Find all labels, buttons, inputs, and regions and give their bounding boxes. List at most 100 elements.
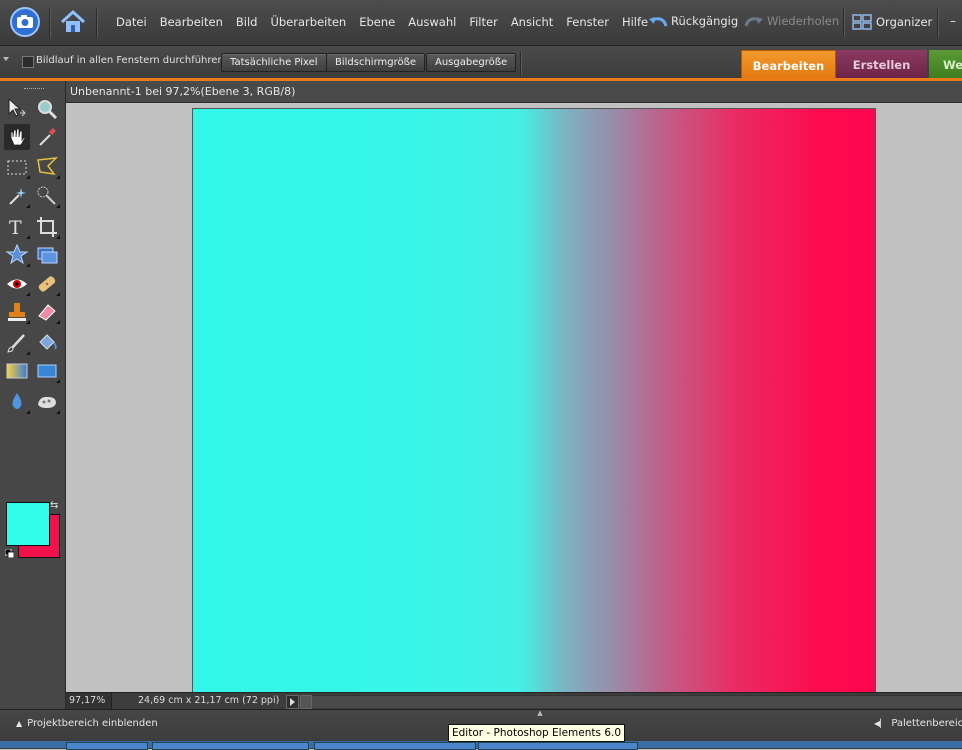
default-colors-icon[interactable] <box>5 549 14 558</box>
main-menu: Datei Bearbeiten Bild Überarbeiten Ebene… <box>116 15 661 29</box>
submenu-indicator <box>56 231 60 239</box>
scroll-all-label: Bildlauf in allen Fenstern durchführen <box>36 55 224 66</box>
gradient-tool-icon[interactable] <box>4 358 30 384</box>
submenu-indicator <box>26 231 30 239</box>
lasso-tool-icon[interactable] <box>34 154 60 180</box>
blur-tool-icon[interactable] <box>4 389 30 415</box>
straighten-tool-icon[interactable] <box>34 242 60 268</box>
submenu-indicator <box>56 288 60 296</box>
red-eye-tool-icon[interactable] <box>4 271 30 297</box>
document-info: 24,69 cm x 21,17 cm (72 ppi) <box>138 695 280 706</box>
project-bin-toggle[interactable]: ▲ Projektbereich einblenden <box>16 718 158 729</box>
undo-icon <box>649 17 668 27</box>
separator <box>520 51 522 75</box>
separator <box>937 8 939 38</box>
svg-text:T: T <box>9 217 22 239</box>
separator <box>49 8 51 38</box>
sponge-tool-icon[interactable] <box>34 389 60 415</box>
healing-brush-tool-icon[interactable] <box>34 271 60 297</box>
menu-filter[interactable]: Filter <box>469 15 497 29</box>
cookie-cutter-tool-icon[interactable] <box>4 242 30 268</box>
menu-auswahl[interactable]: Auswahl <box>408 15 456 29</box>
tab-weitergeben[interactable]: Wei <box>929 50 962 78</box>
marquee-tool-icon[interactable] <box>4 154 30 180</box>
submenu-indicator <box>26 288 30 296</box>
submenu-indicator <box>56 171 60 179</box>
organizer-button[interactable]: Organizer <box>852 14 932 30</box>
zoom-tool-icon[interactable] <box>34 96 60 122</box>
magic-wand-tool-icon[interactable] <box>4 183 30 209</box>
taskbar-button[interactable] <box>314 742 476 750</box>
submenu-indicator <box>26 200 30 208</box>
menu-ueberarbeiten[interactable]: Überarbeiten <box>270 15 346 29</box>
actual-pixels-button[interactable]: Tatsächliche Pixel <box>221 53 327 72</box>
toolbox-grip[interactable] <box>24 88 44 91</box>
redo-icon <box>744 17 763 27</box>
zoom-level-field[interactable]: 97,17% <box>66 693 112 709</box>
scroll-left-button[interactable] <box>300 695 312 709</box>
menu-datei[interactable]: Datei <box>116 15 147 29</box>
foreground-color-swatch[interactable] <box>6 502 50 546</box>
taskbar-button[interactable] <box>66 742 148 750</box>
undo-button[interactable]: Rückgängig <box>648 14 738 28</box>
minimize-icon[interactable]: – <box>950 14 956 28</box>
eraser-tool-icon[interactable] <box>34 299 60 325</box>
selection-brush-tool-icon[interactable] <box>34 183 60 209</box>
submenu-indicator <box>56 316 60 324</box>
camera-logo-icon[interactable] <box>8 6 42 38</box>
expand-up-icon: ▲ <box>16 719 23 728</box>
window-tooltip: Editor - Photoshop Elements 6.0 <box>448 724 626 742</box>
scroll-all-checkbox[interactable] <box>22 56 34 68</box>
organizer-icon <box>852 14 872 30</box>
image-canvas[interactable] <box>192 108 876 694</box>
panel-grip-icon[interactable]: ▲ <box>530 709 550 717</box>
submenu-indicator <box>56 200 60 208</box>
move-tool-icon[interactable] <box>4 96 30 122</box>
horizontal-scrollbar[interactable] <box>312 695 962 708</box>
submenu-indicator <box>26 259 30 267</box>
separator <box>96 8 98 38</box>
print-size-button[interactable]: Ausgabegröße <box>426 53 517 72</box>
home-icon[interactable] <box>58 8 88 36</box>
menu-ansicht[interactable]: Ansicht <box>511 15 553 29</box>
organizer-label: Organizer <box>876 15 933 29</box>
menu-bild[interactable]: Bild <box>236 15 258 29</box>
menu-bearbeiten[interactable]: Bearbeiten <box>160 15 223 29</box>
menu-fenster[interactable]: Fenster <box>566 15 609 29</box>
type-tool-icon[interactable]: T <box>4 214 30 240</box>
expand-left-icon: ◀▏ <box>874 719 887 728</box>
brush-tool-icon[interactable] <box>4 330 30 356</box>
tab-erstellen[interactable]: Erstellen <box>836 50 927 78</box>
paint-bucket-tool-icon[interactable] <box>34 330 60 356</box>
undo-label: Rückgängig <box>671 14 739 28</box>
swap-colors-icon[interactable]: ⇆ <box>50 500 58 511</box>
redo-button[interactable]: Wiederholen <box>744 14 839 28</box>
crop-tool-icon[interactable] <box>34 214 60 240</box>
project-bin-label: Projektbereich einblenden <box>27 718 158 729</box>
submenu-indicator <box>26 406 30 414</box>
submenu-indicator <box>26 171 30 179</box>
eyedropper-tool-icon[interactable] <box>34 124 60 150</box>
document-title-bar: Unbenannt-1 bei 97,2%(Ebene 3, RGB/8) <box>66 81 962 103</box>
taskbar-button[interactable] <box>478 742 638 750</box>
options-menu-icon[interactable] <box>3 57 9 61</box>
document-workspace <box>66 104 962 694</box>
shape-tool-icon[interactable] <box>34 358 60 384</box>
menu-hilfe[interactable]: Hilfe <box>622 15 648 29</box>
status-menu-arrow-icon[interactable] <box>286 695 299 709</box>
submenu-indicator <box>56 375 60 383</box>
clone-stamp-tool-icon[interactable] <box>4 299 30 325</box>
fit-screen-button[interactable]: Bildschirmgröße <box>326 53 426 72</box>
redo-label: Wiederholen <box>767 14 840 28</box>
hand-tool-icon[interactable] <box>4 124 30 150</box>
submenu-indicator <box>56 406 60 414</box>
submenu-indicator <box>26 316 30 324</box>
menu-bar: Datei Bearbeiten Bild Überarbeiten Ebene… <box>0 0 962 46</box>
document-title: Unbenannt-1 bei 97,2%(Ebene 3, RGB/8) <box>70 85 296 98</box>
submenu-indicator <box>26 347 30 355</box>
palette-bin-label: Palettenbereich <box>891 718 962 729</box>
palette-bin-toggle[interactable]: ◀▏ Palettenbereich <box>874 718 962 729</box>
menu-ebene[interactable]: Ebene <box>359 15 395 29</box>
taskbar-button[interactable] <box>152 742 309 750</box>
tab-bearbeiten[interactable]: Bearbeiten <box>741 50 836 80</box>
